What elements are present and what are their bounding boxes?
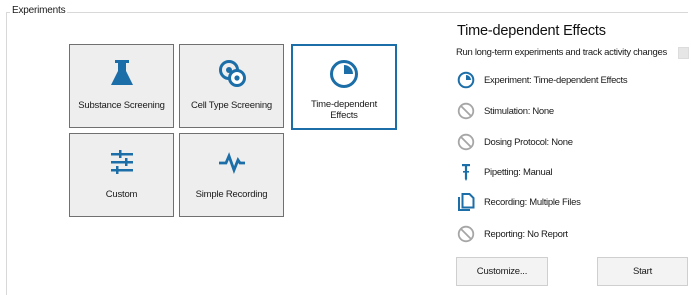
panel-subtitle: Run long-term experiments and track acti… — [456, 47, 667, 58]
clock-pie-icon — [457, 71, 475, 89]
cells-icon — [217, 58, 247, 88]
detail-recording: Recording: Multiple Files — [457, 192, 581, 212]
disabled-icon — [457, 225, 475, 243]
option-checkbox[interactable] — [678, 47, 689, 59]
tile-custom[interactable]: Custom — [69, 133, 174, 217]
files-icon — [457, 193, 475, 211]
customize-button[interactable]: Customize... — [456, 257, 548, 286]
tile-simple-recording[interactable]: Simple Recording — [179, 133, 284, 217]
detail-experiment: Experiment: Time-dependent Effects — [457, 70, 628, 90]
panel-title: Time-dependent Effects — [457, 23, 606, 39]
detail-label: Stimulation: None — [484, 105, 554, 117]
tile-time-dependent-effects[interactable]: Time-dependent Effects — [291, 44, 397, 130]
sliders-icon — [107, 147, 137, 177]
detail-label: Pipetting: Manual — [484, 166, 553, 178]
detail-pipetting: Pipetting: Manual — [457, 162, 553, 182]
detail-label: Reporting: No Report — [484, 228, 568, 240]
tile-label: Custom — [105, 189, 138, 200]
detail-dosing-protocol: Dosing Protocol: None — [457, 132, 573, 152]
pulse-icon — [217, 147, 247, 177]
flask-icon — [107, 58, 137, 88]
detail-reporting: Reporting: No Report — [457, 224, 568, 244]
detail-label: Dosing Protocol: None — [484, 136, 573, 148]
tile-label: Cell Type Screening — [190, 100, 273, 111]
detail-label: Experiment: Time-dependent Effects — [484, 74, 628, 86]
clock-pie-icon — [329, 59, 359, 89]
disabled-icon — [457, 102, 475, 120]
tile-cell-type-screening[interactable]: Cell Type Screening — [179, 44, 284, 128]
detail-label: Recording: Multiple Files — [484, 196, 581, 208]
tile-label: Simple Recording — [195, 189, 268, 200]
tile-label: Time-dependent Effects — [310, 99, 378, 121]
start-button[interactable]: Start — [597, 257, 688, 286]
tile-substance-screening[interactable]: Substance Screening — [69, 44, 174, 128]
groupbox-title: Experiments — [10, 5, 68, 16]
tile-label: Substance Screening — [78, 100, 165, 111]
pipette-icon — [457, 163, 475, 181]
disabled-icon — [457, 133, 475, 151]
detail-stimulation: Stimulation: None — [457, 101, 554, 121]
